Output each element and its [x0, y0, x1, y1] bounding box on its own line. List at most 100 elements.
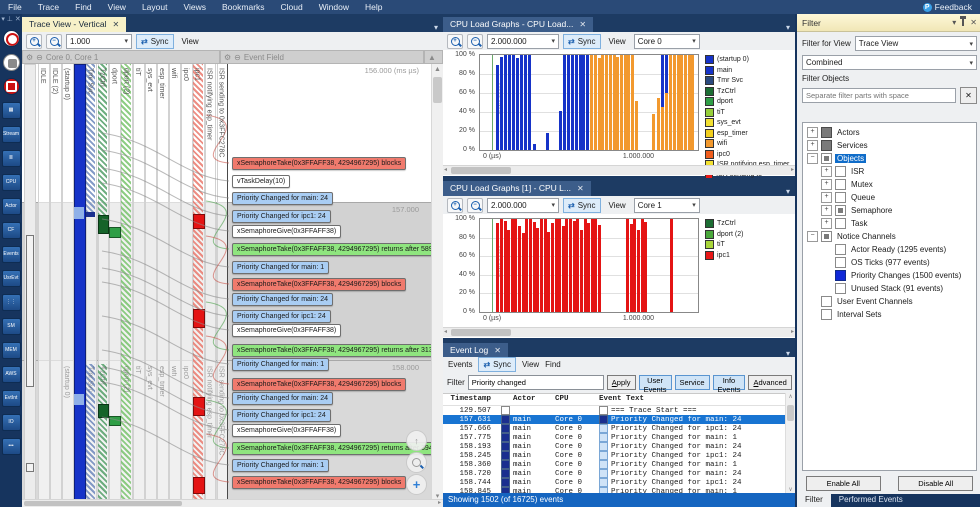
events-menu[interactable]: Events [448, 360, 472, 369]
cpu-load-icon[interactable]: CPU [1, 174, 21, 191]
scroll-top-fab[interactable]: ↑ [406, 430, 427, 451]
lane-sys-evt[interactable] [145, 64, 157, 507]
close-icon[interactable]: ✕ [494, 346, 501, 355]
tab-performed-events[interactable]: Performed Events [831, 494, 911, 507]
zoom-level-combo[interactable]: 1.000 ▾ [66, 33, 132, 49]
sync-toggle[interactable]: ⇄ Sync [563, 33, 601, 49]
table-row[interactable]: 158.193 main Core 0 Priority Changed for ma… [443, 442, 795, 451]
event-label[interactable]: Priority Changed for main: 24 [232, 192, 334, 205]
event-label[interactable]: xSemaphoreGive(0x3FFAFF38) [232, 324, 342, 337]
close-icon[interactable]: ✕ [970, 18, 977, 27]
expander-icon[interactable] [807, 309, 818, 320]
aws-cloudwatch-icon[interactable]: AWS [1, 366, 21, 383]
expander-icon[interactable]: + [807, 127, 818, 138]
state-flow-icon[interactable]: SM [1, 318, 21, 335]
tree-item-user[interactable]: User Event Channels [803, 295, 976, 308]
expander-icon[interactable]: + [821, 205, 832, 216]
checkbox[interactable] [835, 244, 846, 255]
checkbox[interactable] [821, 127, 832, 138]
tree-item-actors[interactable]: + Actors [803, 126, 976, 139]
tab-cpu-load-graphs[interactable]: CPU Load Graphs - CPU Load... ✕ [443, 17, 594, 32]
event-label[interactable]: Priority Changed for main: 24 [232, 293, 334, 306]
view-menu[interactable]: View [605, 201, 630, 210]
event-label[interactable]: Priority Changed for ipc1: 24 [232, 210, 331, 223]
view-menu[interactable]: View [178, 37, 203, 46]
tree-item-objects[interactable]: − Objects [803, 152, 976, 165]
checkbox[interactable] [835, 218, 846, 229]
checkbox[interactable] [835, 270, 846, 281]
event-label[interactable]: Priority Changed for main: 1 [232, 459, 330, 472]
scroll-right-icon[interactable]: ▸ [791, 328, 794, 337]
snapshot-icon[interactable] [2, 78, 20, 95]
event-label[interactable]: xSemaphoreTake(0x3FFAFF38, 4294967295) b… [232, 157, 407, 170]
table-row[interactable]: 157.666 main Core 0 Priority Changed for ip… [443, 424, 795, 433]
event-label[interactable]: xSemaphoreGive(0x3FFAFF38) [232, 225, 342, 238]
zoom-out-button[interactable]: − [467, 33, 483, 49]
trace-minimap[interactable] [24, 64, 36, 507]
tree-item-notice[interactable]: − Notice Channels [803, 230, 976, 243]
lane-idle[interactable] [38, 64, 50, 507]
lane-wifi[interactable] [168, 64, 181, 507]
event-label[interactable]: Priority Changed for main: 1 [232, 358, 330, 371]
tab-cpu-load-graphs-1[interactable]: CPU Load Graphs [1] - CPU L... ✕ [443, 181, 591, 196]
lane-idle-2-[interactable] [49, 64, 62, 507]
find-menu[interactable]: Find [545, 360, 561, 369]
filter-search-input[interactable] [802, 88, 956, 103]
scroll-right-icon[interactable]: ▸ [791, 166, 794, 175]
tree-item-services[interactable]: + Services [803, 139, 976, 152]
memory-heap-icon[interactable]: MEM [1, 342, 21, 359]
tab-trace-view-vertical[interactable]: Trace View - Vertical ✕ [22, 17, 127, 32]
trace-hscrollbar[interactable]: ▸ [22, 499, 443, 507]
table-row[interactable]: 158.720 main Core 0 Priority Changed for ma… [443, 469, 795, 478]
event-label[interactable]: xSemaphoreTake(0x3FFAFF38, 4294967295) b… [232, 278, 407, 291]
tree-item-actor[interactable]: Actor Ready (1295 events) [803, 243, 976, 256]
menu-layout[interactable]: Layout [134, 1, 176, 13]
menu-file[interactable]: File [0, 1, 30, 13]
filter-input[interactable] [467, 375, 604, 390]
tree-item-os[interactable]: OS Ticks (977 events) [803, 256, 976, 269]
zoom-level-combo[interactable]: 2.000.000 ▾ [487, 197, 559, 213]
collapse-icon[interactable]: ⊖ [234, 53, 241, 62]
expander-icon[interactable]: + [821, 166, 832, 177]
scroll-up-icon[interactable]: ▲ [432, 64, 443, 75]
expander-icon[interactable]: − [807, 153, 818, 164]
close-icon[interactable]: ✕ [579, 20, 586, 29]
sync-toggle[interactable]: ⇄ Sync [478, 357, 516, 372]
gear-icon[interactable]: ⚙ [224, 53, 231, 62]
table-row[interactable]: 129.507 === Trace Start === [443, 406, 795, 415]
expander-icon[interactable]: − [807, 231, 818, 242]
checkbox[interactable] [821, 140, 832, 151]
menu-trace[interactable]: Trace [30, 1, 67, 13]
checkbox[interactable] [835, 192, 846, 203]
tree-item-unused[interactable]: Unused Stack (91 events) [803, 282, 976, 295]
lane-tit[interactable] [133, 64, 146, 507]
trace-vscrollbar[interactable]: ▲▾▸ [431, 64, 443, 507]
core-selector-combo[interactable]: Core 0 ▾ [633, 33, 700, 49]
col-event-text[interactable]: Event Text [599, 395, 795, 403]
chevron-down-icon[interactable]: ▾ [781, 187, 795, 196]
chevron-down-icon[interactable]: ▾ [429, 23, 443, 32]
menu-help[interactable]: Help [357, 1, 390, 13]
table-row[interactable]: 158.360 main Core 0 Priority Changed for ma… [443, 460, 795, 469]
checkbox[interactable] [821, 309, 832, 320]
chevron-down-icon[interactable]: ▾ [781, 23, 795, 32]
collapse-icon[interactable]: ⊖ [36, 53, 43, 62]
col-timestamp[interactable]: Timestamp [443, 395, 497, 403]
tree-item-task[interactable]: + Task [803, 217, 976, 230]
event-field-header[interactable]: ⚙ ⊖ Event Field [220, 50, 424, 64]
event-label[interactable]: Priority Changed for main: 24 [232, 392, 334, 405]
checkbox[interactable] [821, 153, 832, 164]
expander-icon[interactable]: + [821, 179, 832, 190]
service-button[interactable]: Service [674, 375, 710, 390]
checkbox[interactable] [821, 231, 832, 242]
event-label[interactable]: xSemaphoreGive(0x3FFAFF38) [232, 424, 342, 437]
sync-toggle[interactable]: ⇄ Sync [136, 33, 174, 49]
tab-filter[interactable]: Filter [797, 494, 831, 507]
expander-icon[interactable] [807, 296, 818, 307]
chart-hscrollbar[interactable]: ◂ ▸ [443, 327, 795, 337]
io-activity-icon[interactable]: IO [1, 414, 21, 431]
event-label[interactable]: Priority Changed for main: 1 [232, 261, 330, 274]
core-columns-header[interactable]: ⚙ ⊖ Core 0, Core 1 [22, 50, 220, 64]
close-icon[interactable]: ✕ [577, 184, 584, 193]
zoom-in-button[interactable]: + [447, 33, 463, 49]
